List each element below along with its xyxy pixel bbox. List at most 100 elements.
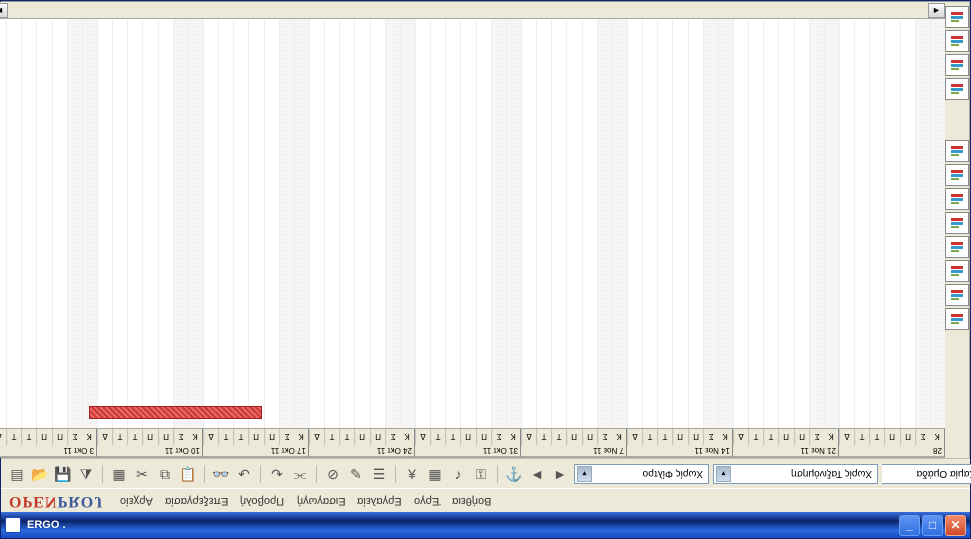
menu-2[interactable]: Προβολή — [237, 493, 287, 509]
menu-1[interactable]: Επεξεργασία — [162, 493, 231, 509]
day-header: Σ — [809, 429, 824, 445]
copy-icon[interactable]: ⧉ — [155, 464, 175, 484]
gantt-3-icon[interactable] — [945, 140, 969, 162]
bars-icon[interactable] — [945, 78, 969, 100]
day-header: Κ — [718, 429, 732, 445]
layout-icon[interactable]: ▦ — [109, 464, 129, 484]
note-icon[interactable]: ✎ — [346, 464, 366, 484]
day-header: Π — [884, 429, 899, 445]
chart-icon[interactable] — [945, 308, 969, 330]
prev-icon[interactable]: ◄ — [527, 464, 547, 484]
new-icon[interactable]: ▤ — [7, 464, 27, 484]
menu-4[interactable]: Εργαλεία — [354, 493, 405, 509]
day-header: Κ — [930, 429, 944, 445]
horizontal-scrollbar[interactable]: ◄ ► — [0, 2, 945, 19]
menu-0[interactable]: Αρχείο — [117, 493, 156, 509]
menu-5[interactable]: Έργο — [411, 493, 444, 509]
unlink-icon[interactable]: ⊘ — [323, 464, 343, 484]
day-header: Π — [582, 429, 597, 445]
group-combo[interactable]: Καμία Ομάδα — [882, 464, 971, 484]
day-header: Τ — [657, 429, 672, 445]
day-header: Π — [900, 429, 915, 445]
app-window: ERGO . _ □ ✕ OPENPROJ ΑρχείοΕπεξεργασίαΠ… — [0, 0, 971, 539]
palette-icon[interactable]: ▦ — [425, 464, 445, 484]
day-header: Π — [566, 429, 581, 445]
gantt-1-icon[interactable] — [945, 6, 969, 28]
week-date: 24 Οκτ 11 — [309, 445, 414, 457]
week-date: 7 Νοε 11 — [521, 445, 626, 457]
menu-3[interactable]: Εισαγωγή — [294, 493, 349, 509]
scroll-right-button[interactable]: ► — [928, 3, 945, 18]
week-date: 21 Νοε 11 — [733, 445, 838, 457]
list-icon[interactable] — [945, 284, 969, 306]
week-date: 14 Νοε 11 — [627, 445, 732, 457]
timeline-header: ΔΤΤΠΠΣΚ3 Οκτ 11ΔΤΤΠΠΣΚ10 Οκτ 11ΔΤΤΠΠΣΚ17… — [0, 428, 945, 458]
day-header: Δ — [309, 429, 324, 445]
day-header: Τ — [233, 429, 248, 445]
day-header: Π — [264, 429, 279, 445]
day-header: Π — [36, 429, 51, 445]
day-header: Π — [142, 429, 157, 445]
sort-combo[interactable]: Χωρίς Ταξινόμηση▾ — [713, 464, 878, 484]
grid-icon[interactable] — [945, 260, 969, 282]
open-icon[interactable]: 📂 — [30, 464, 50, 484]
line-icon[interactable] — [945, 54, 969, 76]
gantt-2-icon[interactable] — [945, 30, 969, 52]
task-bar[interactable] — [89, 406, 262, 419]
menu-6[interactable]: Βοήθεια — [449, 493, 494, 509]
day-header: Δ — [839, 429, 854, 445]
day-header: Π — [460, 429, 475, 445]
app-icon — [5, 517, 21, 533]
maximize-button[interactable]: □ — [922, 515, 943, 536]
day-header: Σ — [703, 429, 718, 445]
day-header: Τ — [339, 429, 354, 445]
table-icon[interactable] — [945, 188, 969, 210]
scroll-left-button[interactable]: ◄ — [0, 3, 8, 18]
day-header: Π — [778, 429, 793, 445]
link-icon[interactable]: ⫘ — [290, 464, 310, 484]
day-header: Π — [688, 429, 703, 445]
day-header: Δ — [627, 429, 642, 445]
day-header: Σ — [385, 429, 400, 445]
day-header: Τ — [869, 429, 884, 445]
day-header: Κ — [400, 429, 414, 445]
minimize-button[interactable]: _ — [899, 515, 920, 536]
redo-icon[interactable]: ↷ — [267, 464, 287, 484]
next-icon[interactable]: ► — [550, 464, 570, 484]
week-date: 17 Οκτ 11 — [203, 445, 308, 457]
gantt-4-icon[interactable] — [945, 164, 969, 186]
paste-icon[interactable]: 📋 — [178, 464, 198, 484]
filter-combo[interactable]: Χωρίς Φίλτρο▾ — [574, 464, 709, 484]
day-header: Τ — [854, 429, 869, 445]
day-header: Τ — [324, 429, 339, 445]
gantt-chart[interactable] — [0, 19, 945, 428]
binoculars-icon[interactable]: 👓 — [211, 464, 231, 484]
week-date: 28 — [839, 445, 944, 457]
day-header: Τ — [763, 429, 778, 445]
stack-icon[interactable]: ☰ — [369, 464, 389, 484]
title-bar: ERGO . _ □ ✕ — [1, 512, 970, 538]
anchor-icon[interactable]: ⚓ — [504, 464, 524, 484]
guitar-icon[interactable]: ♪ — [448, 464, 468, 484]
day-header: Τ — [748, 429, 763, 445]
day-header: Τ — [112, 429, 127, 445]
day-header: Τ — [218, 429, 233, 445]
undo-icon[interactable]: ↶ — [234, 464, 254, 484]
tree-2-icon[interactable] — [945, 236, 969, 258]
filter-icon[interactable]: ⧩ — [76, 464, 96, 484]
day-header: Τ — [445, 429, 460, 445]
week-date: 10 Οκτ 11 — [97, 445, 202, 457]
side-toolbox — [945, 2, 970, 458]
day-header: Τ — [6, 429, 21, 445]
key-icon[interactable]: ⚿ — [471, 464, 491, 484]
split-icon[interactable]: ¥ — [402, 464, 422, 484]
tree-1-icon[interactable] — [945, 212, 969, 234]
day-header: Π — [672, 429, 687, 445]
gantt-area: ◄ ► ΔΤΤΠΠΣΚ3 Οκτ 11ΔΤΤΠΠΣΚ10 Οκτ 11ΔΤΤΠΠ… — [0, 2, 945, 458]
cut-icon[interactable]: ✂ — [132, 464, 152, 484]
main-toolbar: ▤📂💾⧩▦✂⧉📋👓↶↷⫘⊘✎☰¥▦♪⚿⚓◄► Χωρίς Φίλτρο▾ Χωρ… — [1, 458, 970, 488]
day-header: Κ — [188, 429, 202, 445]
close-button[interactable]: ✕ — [945, 515, 966, 536]
save-icon[interactable]: 💾 — [53, 464, 73, 484]
menu-bar: OPENPROJ ΑρχείοΕπεξεργασίαΠροβολήΕισαγωγ… — [1, 488, 970, 512]
